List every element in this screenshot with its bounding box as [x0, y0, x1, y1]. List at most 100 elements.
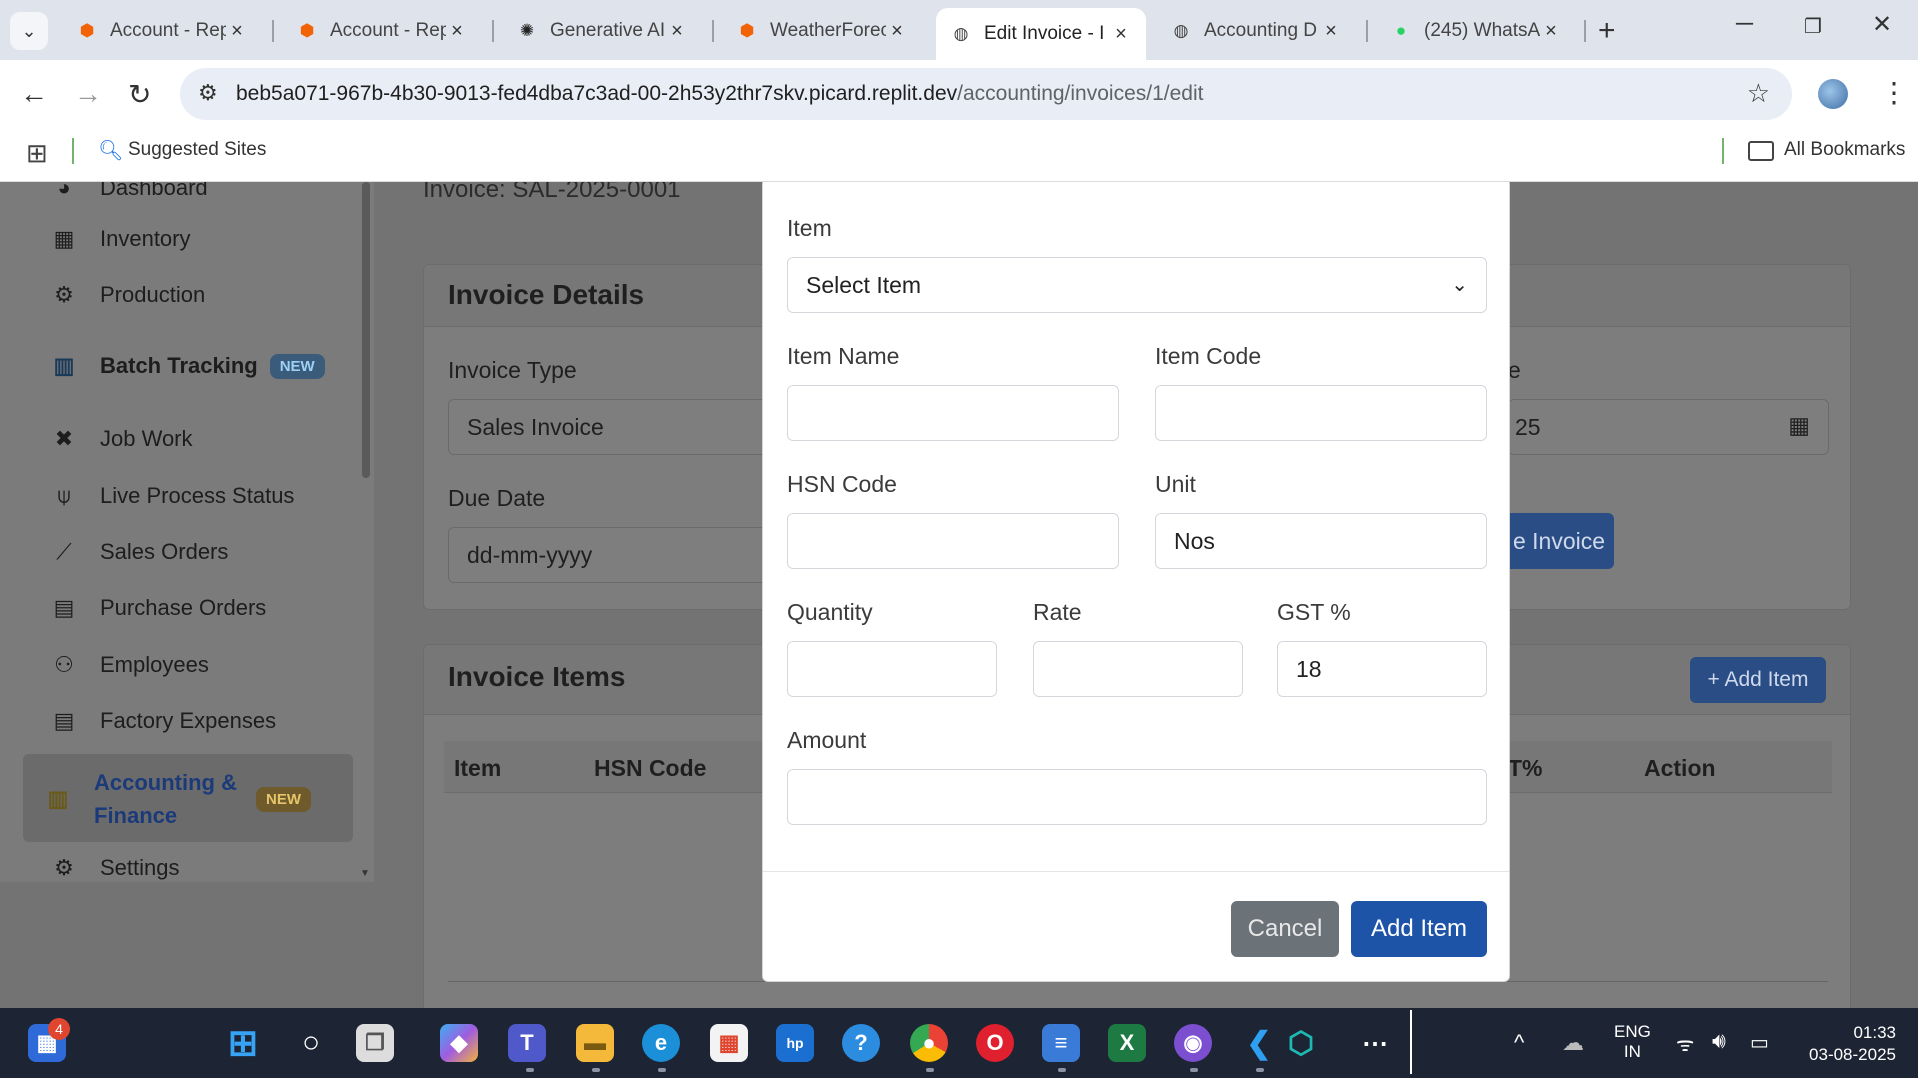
item-code-label: Item Code: [1155, 343, 1262, 369]
replit-icon: ⬢: [299, 21, 315, 40]
cancel-button[interactable]: Cancel: [1231, 901, 1339, 957]
teams-icon[interactable]: T: [508, 1024, 546, 1062]
clock[interactable]: 01:33 03-08-2025: [1796, 1022, 1896, 1066]
calendar-icon[interactable]: ▦: [1788, 412, 1810, 439]
store-icon[interactable]: ▦: [710, 1024, 748, 1062]
tab-account-2[interactable]: ⬢ Account - Rep ×: [282, 10, 482, 52]
back-button[interactable]: ←: [20, 78, 48, 110]
hsn-code-input[interactable]: [787, 513, 1119, 569]
volume-icon[interactable]: 🔊︎: [1712, 1028, 1726, 1054]
sidebar-item-settings[interactable]: ⚙ Settings: [50, 854, 179, 882]
sidebar-item-batch-tracking[interactable]: ▥ Batch Tracking NEW: [50, 352, 325, 380]
add-item-modal: Item Select Item ⌄ Item Name Item Code H…: [762, 182, 1510, 982]
all-bookmarks[interactable]: All Bookmarks: [1784, 139, 1905, 161]
more-apps-icon[interactable]: ⋯: [1356, 1024, 1394, 1062]
sidebar-item-sales-orders[interactable]: ⟋ Sales Orders: [50, 538, 228, 566]
bookmarks-bar: [0, 130, 1918, 182]
tab-whatsapp[interactable]: ● (245) WhatsAp ×: [1376, 10, 1576, 52]
chevron-up-icon[interactable]: ^: [1514, 1030, 1524, 1056]
amount-input[interactable]: [787, 769, 1487, 825]
update-invoice-button[interactable]: e Invoice: [1504, 513, 1614, 569]
file-explorer-icon[interactable]: ▬: [576, 1024, 614, 1062]
due-date-input[interactable]: dd-mm-yyyy: [448, 527, 808, 583]
calculator-icon: ▥: [47, 786, 69, 811]
chrome-icon[interactable]: ●: [910, 1024, 948, 1062]
invoice-items-title: Invoice Items: [448, 661, 626, 692]
copilot-icon[interactable]: ◆: [440, 1024, 478, 1062]
close-icon[interactable]: ×: [1320, 20, 1342, 43]
item-label: Item: [787, 215, 832, 241]
windows-start-icon[interactable]: ⊞: [224, 1022, 262, 1063]
tab-generative-ai[interactable]: ✺ Generative AI ×: [502, 10, 702, 52]
close-icon[interactable]: ×: [1110, 23, 1132, 46]
close-icon[interactable]: ×: [1540, 20, 1562, 43]
quantity-input[interactable]: [787, 641, 997, 697]
invoice-number: Invoice: SAL-2025-0001: [423, 182, 681, 203]
close-icon[interactable]: ×: [886, 20, 908, 43]
address-bar[interactable]: ⚙ beb5a071-967b-4b30-9013-fed4dba7c3ad-0…: [180, 68, 1792, 120]
menu-icon[interactable]: ⋮: [1880, 76, 1908, 109]
opera-icon[interactable]: O: [976, 1024, 1014, 1062]
new-badge: NEW: [256, 786, 311, 812]
boxes-icon: ▦: [53, 226, 75, 251]
chevron-down-icon: ⌄: [1451, 274, 1468, 296]
cursor-app-icon[interactable]: ⬡: [1282, 1024, 1320, 1062]
github-icon[interactable]: ◉: [1174, 1024, 1212, 1062]
sidebar-item-purchase-orders[interactable]: ▤ Purchase Orders: [50, 594, 267, 622]
sidebar-item-factory-expenses[interactable]: ▤ Factory Expenses: [50, 707, 276, 735]
unit-label: Unit: [1155, 471, 1196, 497]
vscode-icon[interactable]: ❮: [1240, 1024, 1278, 1062]
barcode-icon: ▥: [53, 353, 75, 378]
site-info-icon[interactable]: ⚙: [198, 80, 218, 106]
sidebar-item-live-process[interactable]: ⍦ Live Process Status: [50, 482, 294, 510]
sidebar-item-dashboard[interactable]: ◕ Dashboard: [50, 182, 207, 202]
tab-account-1[interactable]: ⬢ Account - Rep ×: [62, 10, 262, 52]
profile-avatar[interactable]: [1818, 79, 1848, 109]
forward-button[interactable]: →: [74, 78, 102, 110]
item-code-input[interactable]: [1155, 385, 1487, 441]
task-view-icon[interactable]: ❐: [356, 1024, 394, 1062]
sidebar-item-employees[interactable]: ⚇ Employees: [50, 651, 209, 679]
language-indicator[interactable]: ENG IN: [1614, 1022, 1651, 1062]
invoice-date-input[interactable]: 25 ▦: [1508, 399, 1829, 455]
scroll-down-arrow[interactable]: ▼: [360, 868, 370, 879]
sidebar-item-accounting[interactable]: ▥ Accounting & Finance NEW: [44, 766, 311, 832]
reload-button[interactable]: ↻: [128, 78, 151, 111]
close-icon[interactable]: ×: [446, 20, 468, 43]
new-tab-button[interactable]: +: [1598, 14, 1616, 48]
battery-icon[interactable]: ▭: [1750, 1030, 1769, 1055]
sidebar-scrollbar[interactable]: [362, 182, 370, 478]
gst-input[interactable]: 18: [1277, 641, 1487, 697]
tab-weather[interactable]: ⬢ WeatherForec ×: [722, 10, 922, 52]
tab-accounting[interactable]: ◍ Accounting D ×: [1156, 10, 1356, 52]
restore-button[interactable]: ❐: [1804, 14, 1822, 39]
minimize-button[interactable]: ─: [1736, 10, 1753, 38]
myhp-icon[interactable]: hp: [776, 1024, 814, 1062]
add-item-submit-button[interactable]: Add Item: [1351, 901, 1487, 957]
close-window-button[interactable]: ✕: [1872, 10, 1892, 39]
add-item-button[interactable]: + Add Item: [1690, 657, 1826, 703]
close-icon[interactable]: ×: [666, 20, 688, 43]
item-name-input[interactable]: [787, 385, 1119, 441]
item-select[interactable]: Select Item ⌄: [787, 257, 1487, 313]
invoice-type-select[interactable]: Sales Invoice: [448, 399, 808, 455]
due-date-label: Due Date: [448, 485, 546, 511]
sidebar-item-production[interactable]: ⚙ Production: [50, 281, 205, 309]
tab-search-button[interactable]: ⌄: [10, 12, 48, 50]
help-icon[interactable]: ?: [842, 1024, 880, 1062]
unit-input[interactable]: Nos: [1155, 513, 1487, 569]
notepad-icon[interactable]: ≡: [1042, 1024, 1080, 1062]
sidebar-item-job-work[interactable]: ✖ Job Work: [50, 425, 193, 453]
onedrive-icon[interactable]: ☁: [1562, 1030, 1584, 1056]
excel-icon[interactable]: X: [1108, 1024, 1146, 1062]
edge-icon[interactable]: e: [642, 1024, 680, 1062]
rate-input[interactable]: [1033, 641, 1243, 697]
bookmark-suggested-sites[interactable]: Suggested Sites: [128, 139, 266, 161]
search-icon[interactable]: ○: [292, 1024, 330, 1062]
tab-edit-invoice[interactable]: ◍ Edit Invoice - I ×: [936, 8, 1146, 60]
bookmark-star-icon[interactable]: ☆: [1747, 78, 1770, 109]
sidebar-item-inventory[interactable]: ▦ Inventory: [50, 225, 191, 253]
close-icon[interactable]: ×: [226, 20, 248, 43]
apps-grid-icon[interactable]: ⊞: [26, 138, 48, 169]
wifi-icon[interactable]: ᯤ: [1676, 1030, 1694, 1057]
